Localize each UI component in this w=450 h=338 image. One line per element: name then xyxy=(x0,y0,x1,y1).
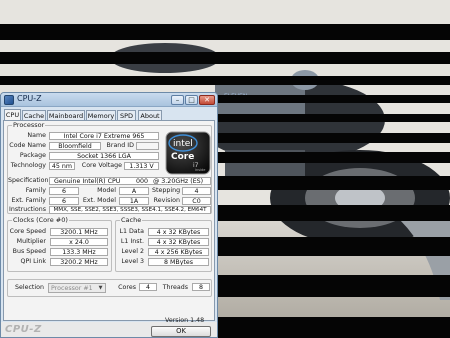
brand-id-value xyxy=(136,142,159,150)
level3-label: Level 3 xyxy=(121,258,144,265)
spec-name: Genuine Intel(R) CPU xyxy=(54,178,121,185)
cpuz-window: CPU-Z – □ ✕ CPU Cache Mainboard Memory S… xyxy=(0,92,218,338)
l1-data-label: L1 Data xyxy=(119,228,144,235)
codename-value: Bloomfield xyxy=(49,142,101,150)
processor-group: Processor Name Intel Core i7 Extreme 965… xyxy=(7,121,212,214)
cpuz-brand-logo: CPU-Z xyxy=(5,324,42,335)
technology-label: Technology xyxy=(10,162,46,169)
ext-family-label: Ext. Family xyxy=(11,197,46,204)
cpu-tab-panel: Processor Name Intel Core i7 Extreme 965… xyxy=(3,120,215,321)
svg-text:inside: inside xyxy=(195,168,205,172)
level2-label: Level 2 xyxy=(121,248,144,255)
title-bar[interactable]: CPU-Z – □ ✕ xyxy=(1,93,217,107)
name-value: Intel Core i7 Extreme 965 xyxy=(49,132,159,140)
clocks-group: Clocks (Core #0) Core Speed 3200.1 MHz M… xyxy=(7,216,112,272)
specification-value: Genuine Intel(R) CPU 000 @ 3.20GHz (ES) xyxy=(49,177,211,185)
l1-data-value: 4 x 32 KBytes xyxy=(148,228,209,236)
qpi-link-value: 3200.2 MHz xyxy=(50,258,108,266)
core-voltage-value: 1.313 V xyxy=(124,162,159,170)
instructions-label: Instructions xyxy=(9,206,46,213)
model-value: A xyxy=(119,187,149,195)
core-voltage-label: Core Voltage xyxy=(81,162,122,169)
selection-label: Selection xyxy=(14,284,44,291)
spec-frequency: @ 3.20GHz (ES) xyxy=(153,178,204,185)
codename-label: Code Name xyxy=(9,142,46,149)
level3-value: 8 MBytes xyxy=(148,258,209,266)
stepping-label: Stepping xyxy=(152,187,181,194)
package-value: Socket 1366 LGA xyxy=(49,152,159,160)
close-button[interactable]: ✕ xyxy=(199,95,215,105)
spec-model: 000 xyxy=(136,178,149,185)
cores-label: Cores xyxy=(118,284,136,291)
brand-id-label: Brand ID xyxy=(106,142,134,149)
processor-group-label: Processor xyxy=(12,121,46,129)
revision-value: C0 xyxy=(182,197,211,205)
processor-select-value: Processor #1 xyxy=(51,285,93,292)
technology-value: 45 nm xyxy=(49,162,75,170)
ok-button[interactable]: OK xyxy=(151,326,211,337)
ext-family-value: 6 xyxy=(49,197,79,205)
multiplier-value: x 24.0 xyxy=(50,238,108,246)
family-value: 6 xyxy=(49,187,79,195)
core-speed-value: 3200.1 MHz xyxy=(50,228,108,236)
cores-value: 4 xyxy=(139,283,157,291)
clocks-group-label: Clocks (Core #0) xyxy=(12,216,69,224)
ext-model-value: 1A xyxy=(119,197,149,205)
stepping-value: 4 xyxy=(182,187,211,195)
bus-speed-value: 133.3 MHz xyxy=(50,248,108,256)
cache-group-label: Cache xyxy=(120,216,143,224)
specification-label: Specification xyxy=(8,177,49,184)
l1-inst-label: L1 Inst. xyxy=(120,238,144,245)
multiplier-label: Multiplier xyxy=(16,238,46,245)
threads-value: 8 xyxy=(192,283,210,291)
level2-value: 4 x 256 KBytes xyxy=(148,248,209,256)
window-footer: Version 1.48 CPU-Z OK xyxy=(1,317,217,337)
qpi-link-label: QPI Link xyxy=(20,258,46,265)
cache-group: Cache L1 Data 4 x 32 KBytes L1 Inst. 4 x… xyxy=(115,216,212,272)
instructions-value: MMX, SSE, SSE2, SSE3, SSSE3, SSE4.1, SSE… xyxy=(49,206,211,214)
threads-label: Threads xyxy=(162,284,188,291)
maximize-button[interactable]: □ xyxy=(185,95,198,105)
bus-speed-label: Bus Speed xyxy=(12,248,46,255)
intel-core-i7-logo: intel Core i7 inside xyxy=(165,131,211,175)
l1-inst-value: 4 x 32 KBytes xyxy=(148,238,209,246)
name-label: Name xyxy=(27,132,46,139)
svg-text:intel: intel xyxy=(173,139,193,149)
model-label: Model xyxy=(97,187,116,194)
family-label: Family xyxy=(25,187,46,194)
svg-text:Core: Core xyxy=(171,152,194,162)
chevron-down-icon: ▼ xyxy=(98,285,103,291)
selection-row: Selection Processor #1 ▼ Cores 4 Threads… xyxy=(7,279,212,297)
core-speed-label: Core Speed xyxy=(9,228,46,235)
cpuz-app-icon xyxy=(4,95,14,105)
ext-model-label: Ext. Model xyxy=(82,197,116,204)
version-label: Version 1.48 xyxy=(165,317,205,324)
minimize-button[interactable]: – xyxy=(171,95,184,105)
package-label: Package xyxy=(19,152,46,159)
revision-label: Revision xyxy=(153,197,180,204)
processor-select[interactable]: Processor #1 ▼ xyxy=(48,283,106,293)
window-title: CPU-Z xyxy=(17,94,42,103)
